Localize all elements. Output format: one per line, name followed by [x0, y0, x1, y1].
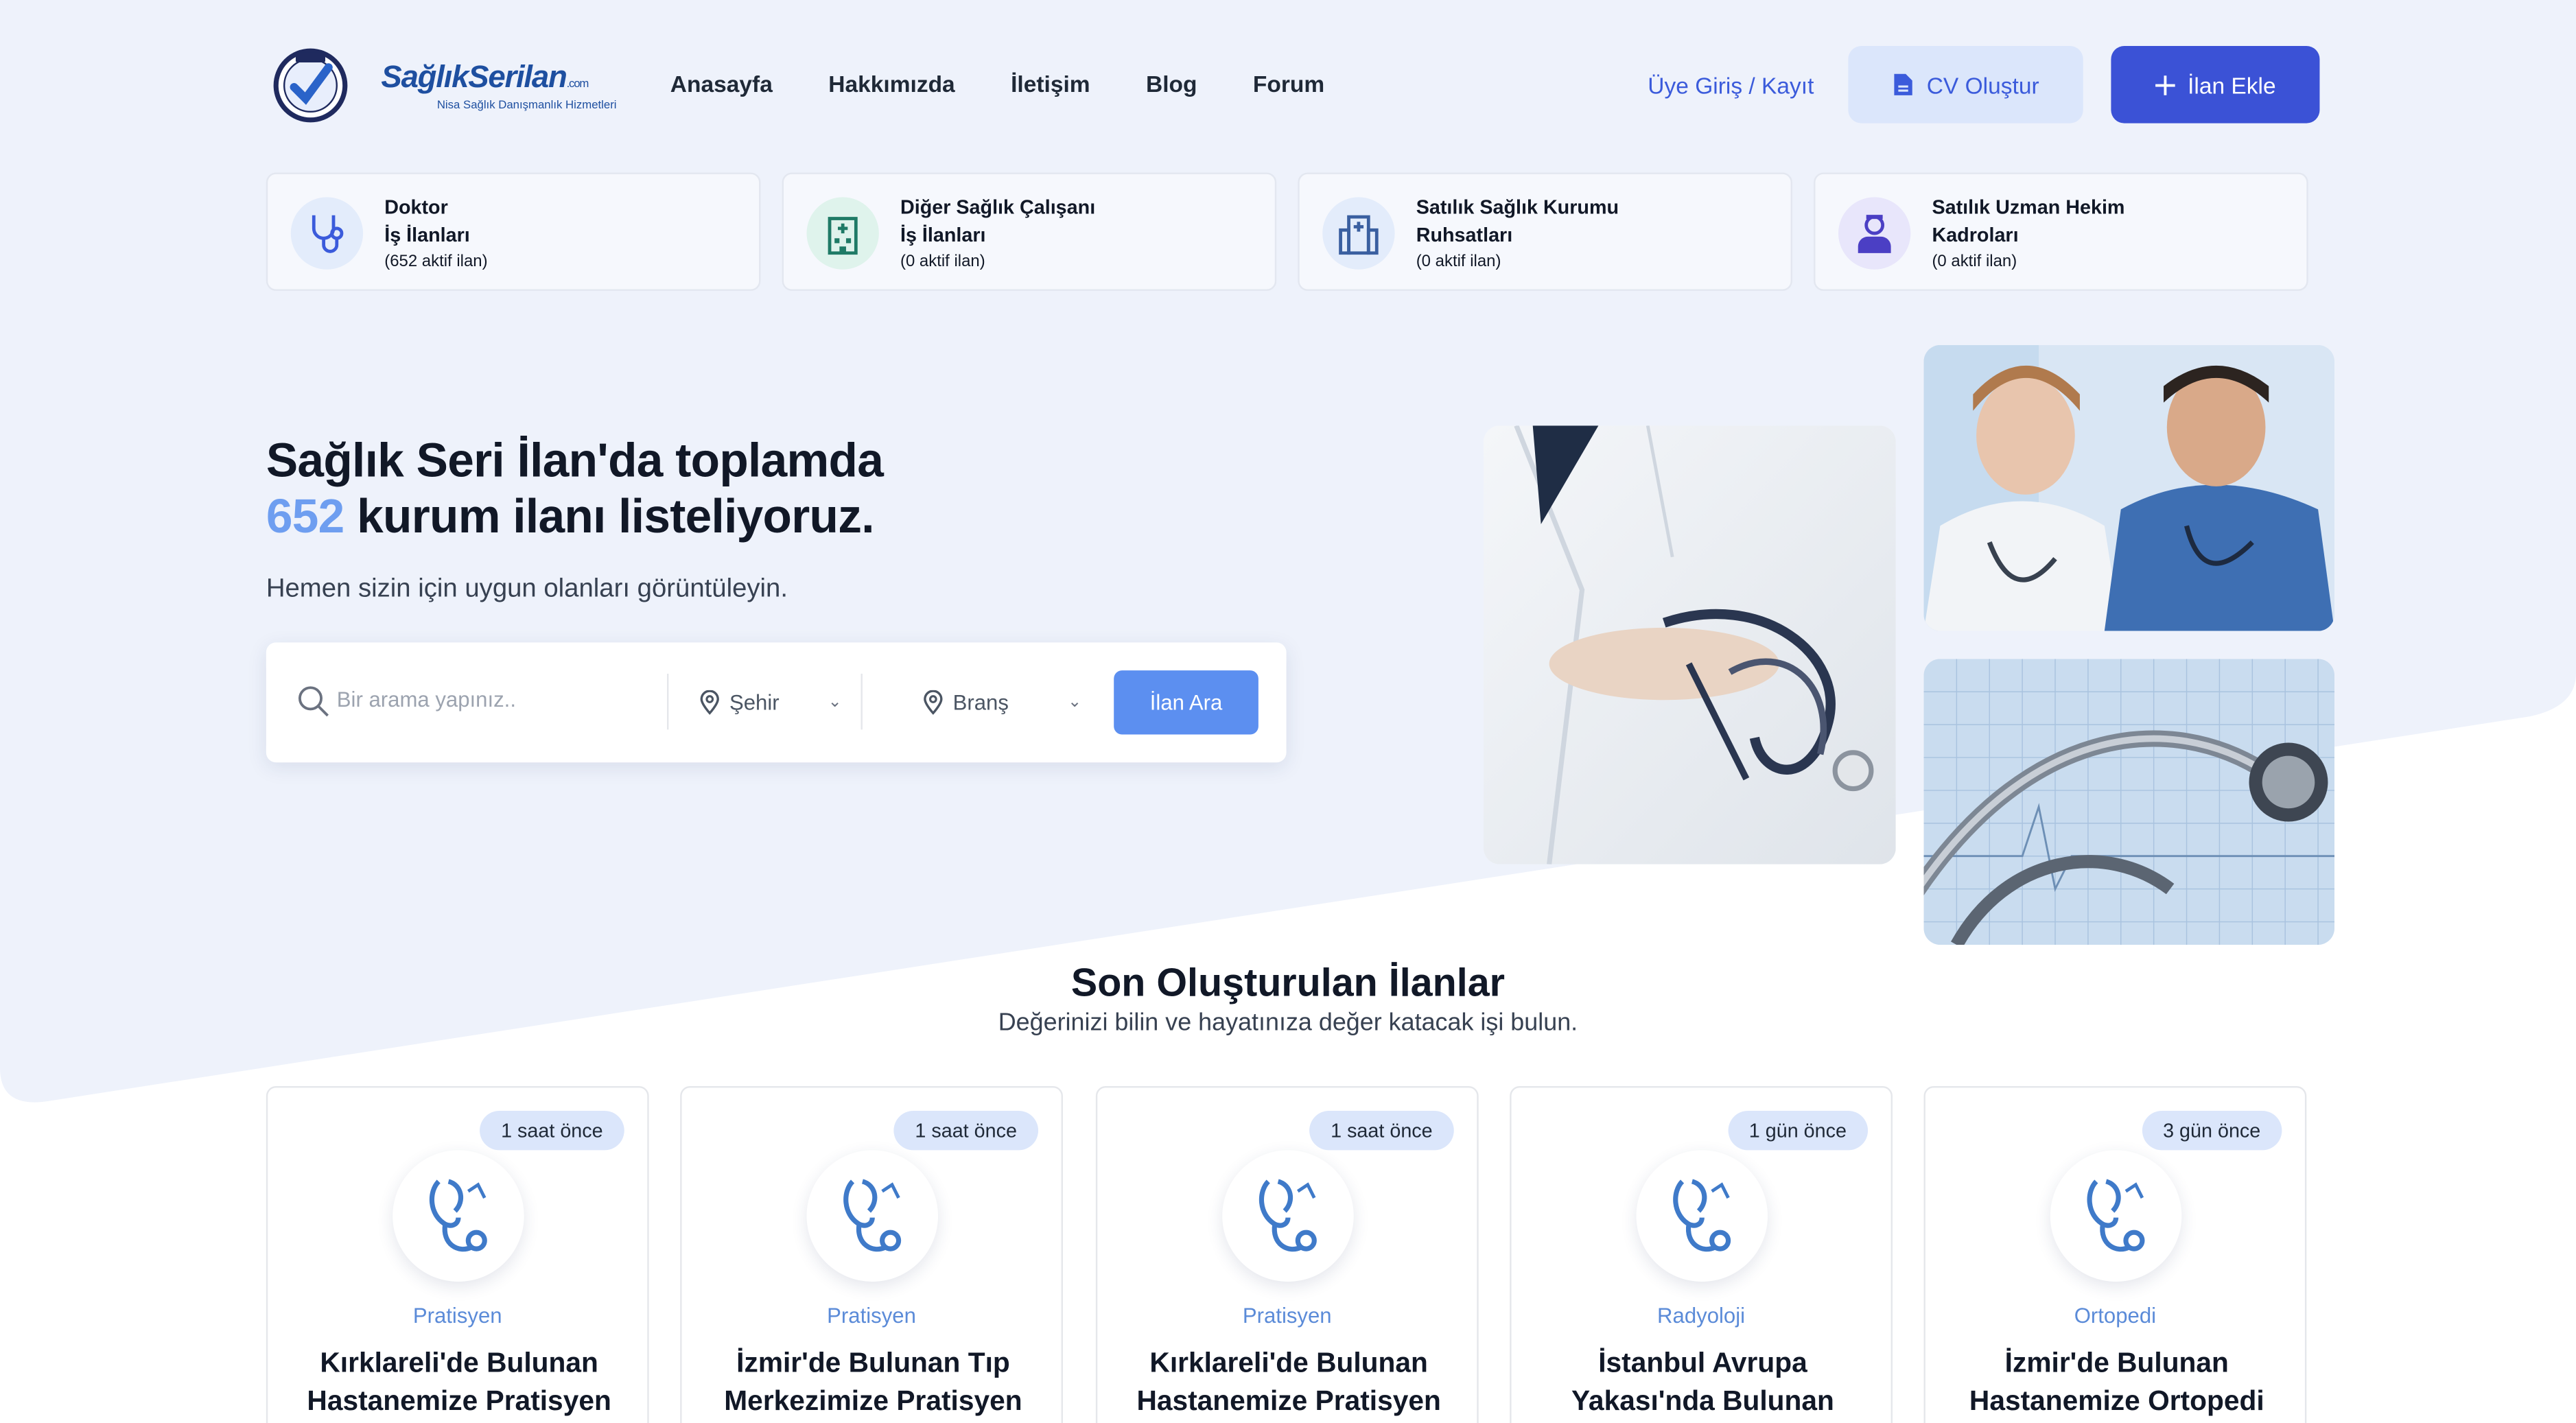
stethoscope-logo-icon: [2087, 1179, 2145, 1252]
time-badge: 3 gün önce: [2141, 1110, 2282, 1151]
category-title-line2: İş İlanları: [384, 223, 470, 247]
company-avatar: [806, 1150, 939, 1282]
category-title-line2: Kadroları: [1932, 223, 2019, 247]
add-listing-button[interactable]: İlan Ekle: [2111, 46, 2320, 124]
category-title-line1: Doktor: [384, 195, 448, 219]
job-title[interactable]: İzmir'de Bulunan Hastanemize Ortopedi: [1945, 1344, 2288, 1420]
cv-create-label: CV Oluştur: [1926, 71, 2039, 98]
stethoscope-logo-icon: [1258, 1179, 1317, 1252]
logo-subtitle: Nisa Sağlık Danışmanlık Hizmetleri: [436, 100, 617, 112]
site-logo[interactable]: SağlıkSerilan.com Nisa Sağlık Danışmanlı…: [272, 43, 621, 128]
company-avatar: [2050, 1150, 2182, 1282]
site-header: SağlıkSerilan.com Nisa Sağlık Danışmanlı…: [266, 43, 2320, 128]
hero-listing-count: 652: [266, 491, 344, 544]
logo-dotcom: .com: [566, 78, 589, 91]
category-count: (0 aktif ilan): [1932, 252, 2017, 272]
job-category: Radyoloji: [1657, 1303, 1746, 1328]
category-card-doctor[interactable]: Doktor İş İlanları (652 aktif ilan): [266, 172, 761, 291]
time-badge: 1 gün önce: [1727, 1110, 1869, 1151]
iskur-seal-icon: [273, 48, 348, 123]
section-subtitle: Değerinizi bilin ve hayatınıza değer kat…: [998, 1009, 1578, 1037]
job-card[interactable]: 1 saat önce Pratisyen İzmir'de Bulunan T…: [680, 1086, 1063, 1423]
job-title[interactable]: Kırklareli'de Bulunan Hastanemize Pratis…: [288, 1344, 631, 1420]
hero-title: Sağlık Seri İlan'da toplamda 652 kurum il…: [266, 434, 884, 545]
branch-select-value: Branş: [952, 689, 1009, 714]
category-title-line1: Diğer Sağlık Çalışanı: [900, 195, 1096, 219]
nav-hakkimizda[interactable]: Hakkımızda: [828, 71, 955, 97]
category-card-specialist-staff[interactable]: Satılık Uzman Hekim Kadroları (0 aktif il…: [1814, 172, 2308, 291]
search-button[interactable]: İlan Ara: [1114, 670, 1258, 735]
search-icon: [298, 686, 329, 717]
divider: [860, 673, 863, 730]
main-nav: Anasayfa Hakkımızda İletişim Blog Forum: [670, 71, 1381, 97]
category-title: Satılık Uzman Hekim Kadroları: [1932, 194, 2293, 250]
category-count: (0 aktif ilan): [900, 252, 985, 272]
hero-title-rest: 'da toplamda: [597, 435, 884, 489]
category-title-line2: İş İlanları: [900, 223, 986, 247]
category-card-institution-license[interactable]: Satılık Sağlık Kurumu Ruhsatları (0 aktif…: [1298, 172, 1792, 291]
cv-create-button[interactable]: CV Oluştur: [1848, 46, 2083, 124]
job-category: Pratisyen: [412, 1303, 502, 1328]
add-listing-label: İlan Ekle: [2188, 71, 2276, 98]
search-input[interactable]: [336, 687, 649, 712]
stethoscope-logo-icon: [843, 1179, 902, 1252]
job-card[interactable]: 1 saat önce Pratisyen Kırklareli'de Bulu…: [266, 1086, 649, 1423]
hero-brand: Sağlık Seri İlan: [266, 435, 598, 489]
stethoscope-ecg-photo: [1923, 659, 2335, 945]
medical-staff-photo: [1923, 344, 2335, 631]
category-count: (652 aktif ilan): [384, 252, 488, 272]
job-card[interactable]: 3 gün önce Ortopedi İzmir'de Bulunan Has…: [1923, 1086, 2307, 1423]
job-category: Pratisyen: [827, 1303, 916, 1328]
category-title-line1: Satılık Sağlık Kurumu: [1416, 195, 1619, 219]
city-select[interactable]: Şehir ⌄: [700, 675, 847, 728]
city-select-value: Şehir: [729, 689, 780, 714]
job-title[interactable]: İzmir'de Bulunan Tıp Merkezimize Pratisy…: [701, 1344, 1044, 1420]
plus-icon: [2155, 74, 2175, 95]
stethoscope-icon: [290, 197, 364, 270]
hero-subtitle: Hemen sizin için uygun olanları görüntül…: [266, 575, 788, 603]
category-title: Doktor İş İlanları: [384, 194, 746, 250]
logo-wordmark: SağlıkSerilan.com: [381, 60, 589, 97]
hero-title-line2: kurum ilanı listeliyoruz.: [344, 491, 874, 544]
category-title-line2: Ruhsatları: [1416, 223, 1513, 247]
job-card[interactable]: 1 saat önce Pratisyen Kırklareli'de Bulu…: [1095, 1086, 1479, 1423]
category-title: Diğer Sağlık Çalışanı İş İlanları: [900, 194, 1262, 250]
job-category: Pratisyen: [1242, 1303, 1332, 1328]
doctor-stethoscope-photo: [1483, 425, 1896, 865]
location-pin-icon: [924, 689, 943, 714]
time-badge: 1 saat önce: [893, 1110, 1039, 1151]
location-pin-icon: [700, 689, 719, 714]
time-badge: 1 saat önce: [479, 1110, 624, 1151]
login-register-link[interactable]: Üye Giriş / Kayıt: [1648, 72, 1814, 98]
doctor-icon: [1838, 197, 1911, 270]
chevron-down-icon: ⌄: [1068, 692, 1082, 711]
stethoscope-logo-icon: [429, 1179, 487, 1252]
category-count: (0 aktif ilan): [1416, 252, 1501, 272]
logo-wordmark-text: SağlıkSerilan: [381, 60, 567, 95]
nav-blog[interactable]: Blog: [1146, 71, 1197, 97]
nav-iletisim[interactable]: İletişim: [1011, 71, 1090, 97]
section-title: Son Oluşturulan İlanlar: [1070, 961, 1506, 1006]
chevron-down-icon: ⌄: [828, 692, 842, 711]
job-category: Ortopedi: [2074, 1303, 2157, 1328]
category-title-line1: Satılık Uzman Hekim: [1932, 195, 2125, 219]
hospital-building-icon: [806, 197, 879, 270]
divider: [667, 673, 669, 730]
category-card-other-staff[interactable]: Diğer Sağlık Çalışanı İş İlanları (0 akti…: [782, 172, 1277, 291]
nav-forum[interactable]: Forum: [1253, 71, 1324, 97]
job-card[interactable]: 1 gün önce Radyoloji İstanbul Avrupa Yak…: [1510, 1086, 1893, 1423]
company-avatar: [1636, 1150, 1768, 1282]
hospital-icon: [1322, 197, 1395, 270]
document-icon: [1893, 73, 1912, 95]
stethoscope-logo-icon: [1673, 1179, 1731, 1252]
category-title: Satılık Sağlık Kurumu Ruhsatları: [1416, 194, 1778, 250]
job-title[interactable]: İstanbul Avrupa Yakası'nda Bulunan Hasta…: [1531, 1344, 1874, 1423]
search-bar: Şehir ⌄ Branş ⌄ İlan Ara: [266, 642, 1287, 763]
time-badge: 1 saat önce: [1309, 1110, 1454, 1151]
nav-anasayfa[interactable]: Anasayfa: [670, 71, 773, 97]
branch-select[interactable]: Branş ⌄: [923, 675, 1087, 728]
company-avatar: [1222, 1150, 1354, 1282]
job-title[interactable]: Kırklareli'de Bulunan Hastanemize Pratis…: [1117, 1344, 1460, 1420]
company-avatar: [393, 1150, 524, 1282]
